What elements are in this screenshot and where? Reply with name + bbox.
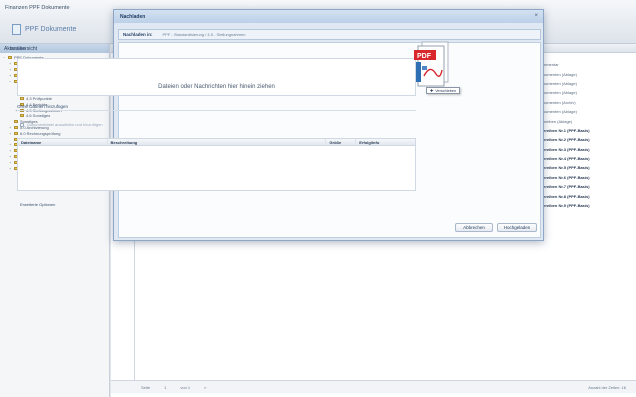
folder-icon bbox=[8, 56, 12, 60]
list-item[interactable]: Dokumenten (Ablage) bbox=[538, 88, 630, 97]
list-item[interactable]: Schreiben Nr.5 (PPF-Basis) bbox=[538, 163, 630, 172]
sidebar-item-label: 6.0 Rechnungsprüfung bbox=[20, 130, 61, 136]
move-icon: ✚ bbox=[430, 89, 434, 93]
drag-tooltip: ✚ Verschieben bbox=[426, 87, 461, 94]
document-list: Kommentar Dokumenten (Ablage) Dokumenten (… bbox=[538, 60, 630, 210]
expand-icon[interactable]: + bbox=[9, 125, 12, 130]
folder-icon bbox=[14, 120, 18, 124]
pdf-file-icon[interactable]: PDF bbox=[412, 40, 452, 92]
expand-icon[interactable]: + bbox=[9, 160, 12, 165]
files-section-label[interactable]: Dateien bbox=[10, 46, 26, 51]
add-file-label: Dokumentdatei auswählen und hinzufügen bbox=[27, 122, 103, 127]
app-logo-label: PPF Dokumente bbox=[25, 26, 77, 33]
app-logo: PPF Dokumente bbox=[12, 24, 76, 35]
list-item[interactable]: Schreiben Nr.9 (PPF-Basis) bbox=[538, 201, 630, 210]
pdf-label: PDF bbox=[417, 53, 432, 60]
page-total: von 1 bbox=[180, 385, 191, 390]
next-page-button[interactable]: » bbox=[204, 385, 206, 390]
col-description[interactable]: Beschreibung bbox=[108, 139, 327, 145]
divider bbox=[134, 220, 135, 380]
list-item[interactable]: Dokumenten (Ablage) bbox=[538, 79, 630, 88]
upload-dialog: Nachladen × Nachladen in: PPF - Standard… bbox=[113, 9, 544, 241]
file-drop-zone[interactable]: Dateien oder Nachrichten hier hinein zie… bbox=[17, 58, 416, 96]
target-path: PPF - Standardisierung / 4.5 - Stellungn… bbox=[162, 32, 246, 37]
expand-icon[interactable]: + bbox=[9, 61, 12, 66]
list-item[interactable]: Dokumenten (Ablage) bbox=[538, 107, 630, 116]
expand-icon[interactable]: + bbox=[9, 166, 12, 171]
list-item[interactable]: Schreiben Nr.7 (PPF-Basis) bbox=[538, 182, 630, 191]
list-item[interactable]: Schreiben Nr.2 (PPF-Basis) bbox=[538, 135, 630, 144]
folder-icon bbox=[20, 96, 24, 100]
expand-icon[interactable]: + bbox=[9, 67, 12, 72]
cancel-button[interactable]: Abbrechen bbox=[455, 223, 493, 232]
pager: Seite 1 von 1 » bbox=[141, 385, 206, 390]
add-file-icon bbox=[20, 122, 24, 127]
add-file-hint[interactable]: Dokumentdatei auswählen und hinzufügen bbox=[20, 122, 103, 127]
close-icon[interactable]: × bbox=[534, 13, 538, 19]
col-size[interactable]: Größe bbox=[326, 139, 357, 145]
status-bar: Seite 1 von 1 » Anzahl der Zeilen: 16 bbox=[111, 380, 636, 393]
folder-icon bbox=[20, 114, 24, 118]
page-input[interactable]: 1 bbox=[164, 385, 166, 390]
dialog-title: Nachladen bbox=[114, 10, 543, 23]
list-item[interactable]: Dokumenten (Archiv) bbox=[538, 98, 630, 107]
sidebar-item-label: 4.6 Sonstiges bbox=[26, 113, 51, 119]
pager-label: Seite bbox=[141, 385, 151, 390]
expand-icon[interactable]: − bbox=[3, 55, 6, 60]
expand-icon[interactable]: + bbox=[9, 131, 12, 136]
file-table-header: Dateiname Beschreibung Größe Erfolg/Info bbox=[18, 139, 415, 146]
list-item[interactable]: Schreiben Nr.4 (PPF-Basis) bbox=[538, 154, 630, 163]
dialog-tabbar: Nachladen in: PPF - Standardisierung / 4… bbox=[118, 29, 541, 40]
drop-zone-text: Dateien oder Nachrichten hier hinein zie… bbox=[158, 84, 275, 90]
expand-icon[interactable]: + bbox=[9, 142, 12, 147]
advanced-options-toggle[interactable]: Erweiterte Optionen bbox=[20, 202, 55, 207]
folder-icon bbox=[14, 125, 18, 129]
tab-upload[interactable]: Nachladen in: bbox=[123, 32, 153, 37]
upload-button[interactable]: Hochgeladen bbox=[497, 223, 537, 232]
tooltip-text: Verschieben bbox=[435, 88, 457, 93]
list-item[interactable]: Schreiben (Ablage) bbox=[538, 116, 630, 125]
expand-icon[interactable]: + bbox=[9, 73, 12, 78]
add-without-files-section[interactable]: Ohne Dateien hinzufügen bbox=[17, 101, 416, 111]
col-status[interactable]: Erfolg/Info bbox=[356, 139, 415, 145]
file-table: Dateiname Beschreibung Größe Erfolg/Info bbox=[17, 138, 416, 191]
list-item[interactable]: Kommentar bbox=[538, 60, 630, 69]
row-count: Anzahl der Zeilen: 16 bbox=[588, 385, 626, 390]
app-title: Finanzen PPF Dokumente bbox=[5, 5, 70, 11]
expand-icon[interactable]: + bbox=[9, 154, 12, 159]
list-item[interactable]: Schreiben Nr.6 (PPF-Basis) bbox=[538, 173, 630, 182]
expand-icon[interactable]: − bbox=[9, 79, 12, 84]
expand-icon[interactable]: + bbox=[9, 148, 12, 153]
list-item[interactable]: Schreiben Nr.8 (PPF-Basis) bbox=[538, 191, 630, 200]
col-filename[interactable]: Dateiname bbox=[18, 139, 108, 145]
folder-icon bbox=[14, 131, 18, 135]
list-item[interactable]: Schreiben Nr.1 (PPF-Basis) bbox=[538, 126, 630, 135]
document-icon bbox=[12, 24, 21, 35]
list-item[interactable]: Dokumenten (Ablage) bbox=[538, 69, 630, 78]
sidebar: Aktenübersicht −PPF-Dokumente+1.0 Prüfun… bbox=[0, 44, 110, 397]
list-item[interactable]: Schreiben Nr.3 (PPF-Basis) bbox=[538, 145, 630, 154]
